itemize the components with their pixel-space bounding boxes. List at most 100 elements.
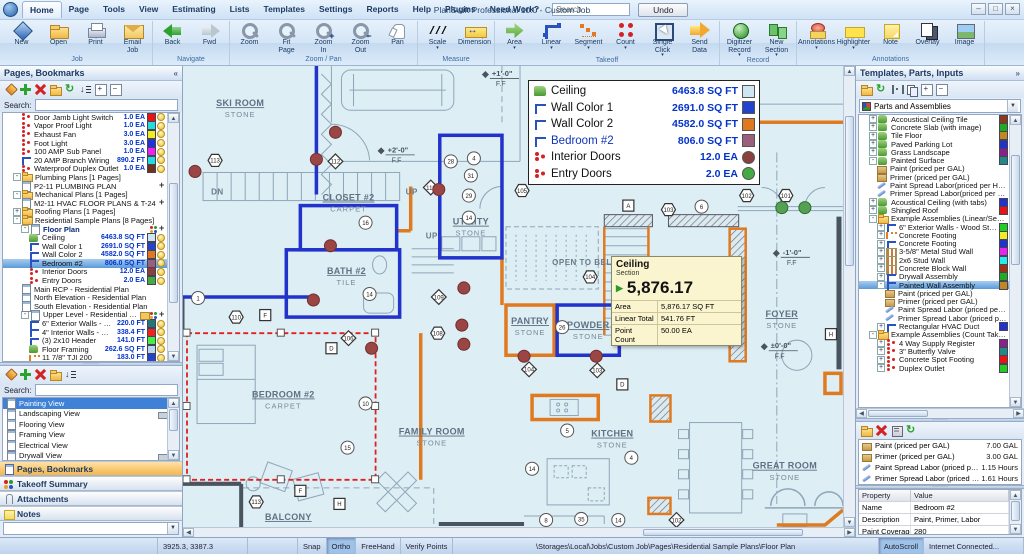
views-scrollbar[interactable]: ▲▼ bbox=[167, 398, 179, 460]
interior-door-count-dot[interactable] bbox=[329, 126, 341, 138]
ref-icon[interactable] bbox=[65, 84, 76, 95]
accordion-takeoff-summary[interactable]: Takeoff Summary bbox=[0, 476, 182, 491]
visibility-bulb-icon[interactable] bbox=[157, 277, 165, 285]
print-button[interactable]: Print bbox=[77, 21, 114, 47]
ref-icon[interactable] bbox=[906, 425, 917, 436]
expand-toggle[interactable]: + bbox=[869, 123, 877, 131]
visibility-bulb-icon[interactable] bbox=[157, 259, 165, 267]
accordion-pages-bookmarks[interactable]: Pages, Bookmarks bbox=[0, 461, 182, 476]
canvas-vscrollbar[interactable]: ▲▼ bbox=[843, 66, 855, 527]
menu-tab-need-work[interactable]: Need Work? bbox=[483, 1, 546, 18]
accordion-notes[interactable]: Notes bbox=[0, 506, 182, 521]
view-item-painting-view[interactable]: Painting View bbox=[3, 398, 167, 409]
view-item-drywall-view[interactable]: Drywall View bbox=[3, 451, 167, 461]
expand-toggle[interactable]: + bbox=[869, 140, 877, 148]
status-toggle-freehand[interactable]: FreeHand bbox=[356, 538, 400, 554]
visibility-bulb-icon[interactable] bbox=[157, 328, 165, 336]
entry-door-count-dot[interactable] bbox=[799, 202, 811, 214]
menu-tab-templates[interactable]: Templates bbox=[257, 1, 312, 18]
interior-door-count-dot[interactable] bbox=[366, 342, 378, 354]
search-input[interactable] bbox=[552, 3, 630, 16]
autoscroll-toggle[interactable]: AutoScroll bbox=[879, 538, 924, 554]
tree-item-floor-plan[interactable]: -Floor Plan bbox=[3, 225, 167, 234]
view-item-landscaping-view[interactable]: Landscaping View bbox=[3, 409, 167, 420]
interior-door-count-dot[interactable] bbox=[189, 165, 201, 177]
interior-door-count-dot[interactable] bbox=[456, 319, 468, 331]
part-item-paint-spread-labor-priced-per-hour[interactable]: Paint Spread Labor (priced per Hour)1.15… bbox=[859, 462, 1021, 473]
status-toggle-snap[interactable]: Snap bbox=[298, 538, 327, 554]
collapse-panel-icon[interactable]: » bbox=[1016, 69, 1020, 78]
undo-button[interactable]: Undo bbox=[638, 3, 688, 17]
expand-toggle[interactable]: + bbox=[877, 264, 885, 272]
ref-icon[interactable] bbox=[876, 84, 887, 95]
minimize-button[interactable]: – bbox=[971, 3, 986, 15]
expand-toggle[interactable]: + bbox=[869, 198, 877, 206]
interior-door-count-dot[interactable] bbox=[324, 240, 336, 252]
tree-item-ceiling[interactable]: Ceiling6463.8 SQ FT bbox=[3, 233, 167, 242]
interior-door-count-dot[interactable] bbox=[518, 350, 530, 362]
copy-icon[interactable] bbox=[906, 84, 917, 95]
expand-toggle[interactable]: + bbox=[877, 364, 885, 372]
visibility-bulb-icon[interactable] bbox=[157, 122, 165, 130]
image-button[interactable]: Image bbox=[946, 21, 983, 47]
tree-item-wall-color-1[interactable]: Wall Color 12691.0 SQ FT bbox=[3, 242, 167, 251]
expand-toggle[interactable]: - bbox=[869, 331, 877, 339]
expand-toggle[interactable]: + bbox=[877, 231, 885, 239]
visibility-bulb-icon[interactable] bbox=[157, 345, 165, 353]
visibility-bulb-icon[interactable] bbox=[157, 113, 165, 121]
dimension-button[interactable]: Dimension bbox=[456, 21, 493, 47]
property-row-paint-coverage[interactable]: Paint Coverage280 bbox=[859, 526, 1009, 535]
pages-tree-scrollbar[interactable]: ▲▼ bbox=[167, 113, 179, 361]
interior-door-count-dot[interactable] bbox=[458, 338, 470, 350]
color-swatch[interactable] bbox=[147, 353, 156, 361]
expand-toggle[interactable]: - bbox=[13, 173, 21, 181]
visibility-bulb-icon[interactable] bbox=[157, 354, 165, 361]
visibility-bulb-icon[interactable] bbox=[157, 337, 165, 345]
expand-toggle[interactable]: + bbox=[869, 132, 877, 140]
expand-toggle[interactable]: + bbox=[877, 240, 885, 248]
visibility-bulb-icon[interactable] bbox=[157, 148, 165, 156]
pan-button[interactable]: Pan bbox=[379, 21, 416, 47]
parts-assemblies-dropdown[interactable]: Parts and Assemblies ▼ bbox=[859, 99, 1021, 113]
visibility-bulb-icon[interactable] bbox=[157, 234, 165, 242]
visibility-bulb-icon[interactable] bbox=[157, 268, 165, 276]
legend-item-wall-color-2[interactable]: Wall Color 24582.0 SQ FT bbox=[534, 116, 755, 133]
visibility-bulb-icon[interactable] bbox=[157, 251, 165, 259]
visibility-bulb-icon[interactable] bbox=[157, 130, 165, 138]
pin-icon[interactable] bbox=[5, 84, 16, 95]
legend-item-wall-color-1[interactable]: Wall Color 12691.0 SQ FT bbox=[534, 100, 755, 117]
floor-plan-canvas[interactable]: SKI ROOMSTONECLOSET #2CARPETBATH #2TILEU… bbox=[183, 66, 843, 527]
fold-icon[interactable] bbox=[50, 84, 61, 95]
linear-button[interactable]: Linear▾ bbox=[533, 21, 570, 50]
scale-button[interactable]: Scale▾ bbox=[419, 21, 456, 50]
collapse-panel-icon[interactable]: « bbox=[174, 69, 178, 78]
entry-door-count-dot[interactable] bbox=[776, 202, 788, 214]
expand-toggle[interactable]: + bbox=[869, 115, 877, 123]
color-swatch[interactable] bbox=[999, 364, 1008, 373]
expand-toggle[interactable]: - bbox=[21, 225, 29, 233]
templates-tree-scrollbar[interactable]: ▲▼ bbox=[1009, 115, 1021, 407]
single-click-button[interactable]: Single Click▾ bbox=[644, 21, 681, 57]
menu-tab-help[interactable]: Help bbox=[406, 1, 438, 18]
back-button[interactable]: Back bbox=[154, 21, 191, 47]
tree-item-11-7-8-tji-200[interactable]: 11 7/8" TJI 200183.0 FT bbox=[3, 354, 167, 361]
annotations-button[interactable]: Annotations▾ bbox=[798, 21, 835, 50]
menu-tab-estimating[interactable]: Estimating bbox=[165, 1, 222, 18]
part-item-primer-spread-labor-priced-per-hour[interactable]: Primer Spread Labor (priced per Hour)1.6… bbox=[859, 473, 1021, 484]
expand-toggle[interactable]: - bbox=[13, 216, 21, 224]
view-item-framing-view[interactable]: Framing View bbox=[3, 430, 167, 441]
view-item-flooring-view[interactable]: Flooring View bbox=[3, 419, 167, 430]
expand-toggle[interactable]: + bbox=[869, 206, 877, 214]
legend-item-ceiling[interactable]: Ceiling6463.8 SQ FT bbox=[534, 83, 755, 100]
open-button[interactable]: Open bbox=[40, 21, 77, 47]
tree-item-wall-color-2[interactable]: Wall Color 24582.0 SQ FT bbox=[3, 251, 167, 260]
pbox-icon[interactable] bbox=[95, 84, 106, 95]
expand-toggle[interactable]: + bbox=[877, 248, 885, 256]
calc-icon[interactable] bbox=[891, 425, 902, 436]
count-button[interactable]: Count▾ bbox=[607, 21, 644, 50]
overlay-button[interactable]: Overlay bbox=[909, 21, 946, 47]
interior-door-count-dot[interactable] bbox=[307, 294, 319, 306]
del-icon[interactable] bbox=[35, 369, 46, 380]
visibility-bulb-icon[interactable] bbox=[157, 165, 165, 173]
zoom-in-button[interactable]: +Zoom In bbox=[305, 21, 342, 54]
